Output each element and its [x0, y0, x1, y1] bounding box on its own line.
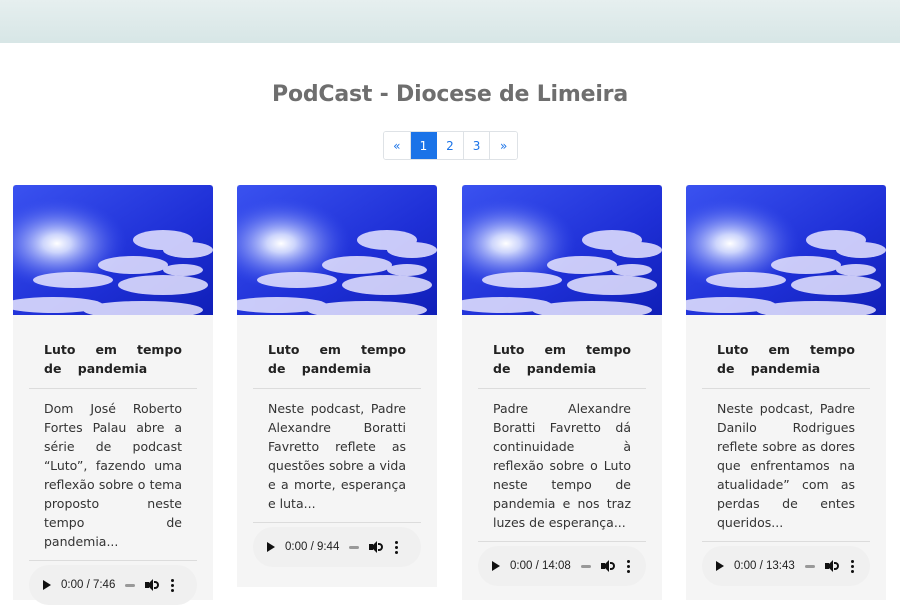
- card-title[interactable]: Luto em tempo de pandemia: [29, 340, 197, 389]
- card-title[interactable]: Luto em tempo de pandemia: [478, 340, 646, 389]
- audio-progress[interactable]: [580, 564, 591, 568]
- volume-icon[interactable]: [600, 560, 615, 572]
- audio-player[interactable]: 0:00 / 9:44: [253, 527, 421, 567]
- more-options-icon[interactable]: [395, 540, 399, 554]
- play-icon[interactable]: [492, 561, 500, 571]
- podcast-card: Luto em tempo de pandemia Neste podcast,…: [686, 185, 886, 600]
- pagination-page-1[interactable]: 1: [410, 132, 438, 159]
- audio-progress[interactable]: [125, 583, 136, 587]
- audio-time: 0:00 / 14:08: [510, 560, 571, 572]
- pagination: « 1 2 3 »: [383, 131, 518, 160]
- more-options-icon[interactable]: [850, 559, 854, 573]
- play-icon[interactable]: [43, 580, 51, 590]
- card-description: Neste podcast, Padre Danilo Rodrigues re…: [702, 389, 870, 542]
- play-icon[interactable]: [716, 561, 724, 571]
- pagination-next[interactable]: »: [490, 132, 517, 159]
- sky-sun-image: [462, 185, 662, 315]
- audio-progress[interactable]: [804, 564, 815, 568]
- sky-sun-image: [237, 185, 437, 315]
- sky-sun-image: [686, 185, 886, 315]
- audio-player[interactable]: 0:00 / 14:08: [478, 546, 646, 586]
- top-header-bar: [0, 0, 900, 43]
- card-description: Dom José Roberto Fortes Palau abre a sér…: [29, 389, 197, 561]
- more-options-icon[interactable]: [171, 578, 175, 592]
- sky-sun-image: [13, 185, 213, 315]
- audio-time: 0:00 / 9:44: [285, 541, 340, 553]
- pagination-page-2[interactable]: 2: [437, 132, 464, 159]
- more-options-icon[interactable]: [626, 559, 630, 573]
- podcast-card: Luto em tempo de pandemia Neste podcast,…: [237, 185, 437, 587]
- audio-time: 0:00 / 13:43: [734, 560, 795, 572]
- podcast-card: Luto em tempo de pandemia Padre Alexandr…: [462, 185, 662, 600]
- volume-icon[interactable]: [824, 560, 839, 572]
- audio-player[interactable]: 0:00 / 7:46: [29, 565, 197, 605]
- audio-time: 0:00 / 7:46: [61, 579, 116, 591]
- audio-progress[interactable]: [349, 545, 360, 549]
- pagination-prev[interactable]: «: [384, 132, 411, 159]
- card-description: Neste podcast, Padre Alexandre Boratti F…: [253, 389, 421, 523]
- play-icon[interactable]: [267, 542, 275, 552]
- volume-icon[interactable]: [145, 579, 160, 591]
- card-title[interactable]: Luto em tempo de pandemia: [702, 340, 870, 389]
- audio-player[interactable]: 0:00 / 13:43: [702, 546, 870, 586]
- volume-icon[interactable]: [369, 541, 384, 553]
- card-title[interactable]: Luto em tempo de pandemia: [253, 340, 421, 389]
- pagination-page-3[interactable]: 3: [463, 132, 491, 159]
- podcast-card: Luto em tempo de pandemia Dom José Rober…: [13, 185, 213, 605]
- card-description: Padre Alexandre Boratti Favretto dá cont…: [478, 389, 646, 542]
- page-title: PodCast - Diocese de Limeira: [272, 82, 628, 107]
